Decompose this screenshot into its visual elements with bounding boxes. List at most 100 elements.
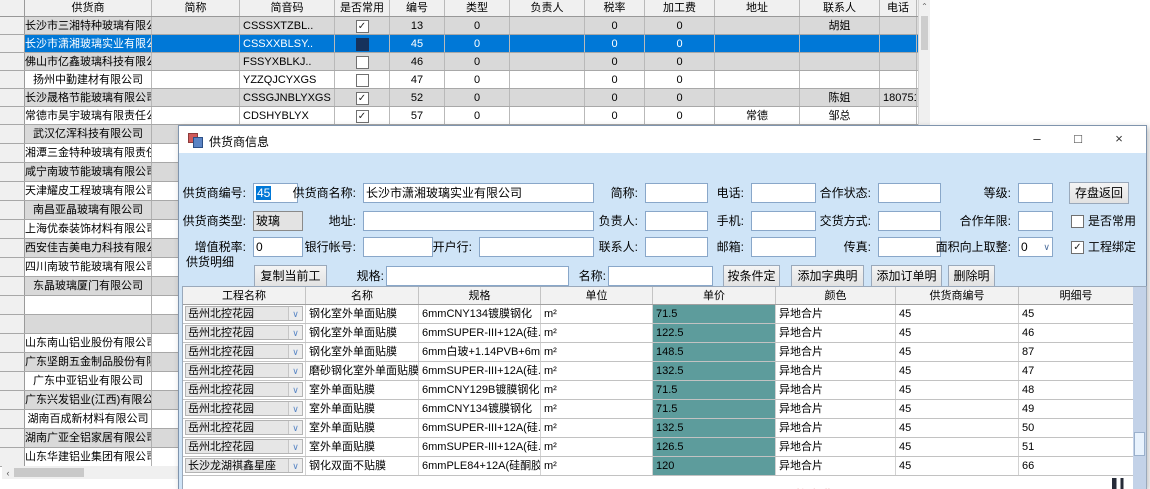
bind-checkbox-box[interactable] xyxy=(1071,241,1084,254)
column-header-abbr[interactable]: 简称 xyxy=(152,0,240,16)
scrollbar-thumb[interactable] xyxy=(14,468,84,477)
spec-filter-input[interactable] xyxy=(386,266,569,286)
detail-column-header[interactable]: 规格 xyxy=(419,287,541,304)
common-checkbox[interactable] xyxy=(356,92,369,105)
project-combobox[interactable]: 岳州北控花园∨ xyxy=(185,420,303,435)
project-combobox[interactable]: 岳州北控花园∨ xyxy=(185,401,303,416)
table-row[interactable]: 长沙晟格节能玻璃有限公司CSSGJNBLYXGS52000陈姐180751 xyxy=(0,89,930,107)
table-row[interactable]: 佛山市亿鑫玻璃科技有限公司FSSYXBLKJ..46000 xyxy=(0,53,930,71)
list-item[interactable]: 西安佳吉美电力科技有限公司 xyxy=(0,239,178,258)
chevron-down-icon[interactable]: ∨ xyxy=(288,307,302,320)
chevron-down-icon[interactable]: ∨ xyxy=(1043,238,1050,256)
detail-row[interactable]: 岳州北控花园∨室外单面贴膜6mmSUPER-III+12A(硅...m²126.… xyxy=(183,438,1134,457)
list-item[interactable] xyxy=(0,315,178,334)
detail-row[interactable]: 岳州北控花园∨室外单面贴膜6mmCNY134镀膜钢化m²71.5异地合片4549 xyxy=(183,400,1134,419)
common-checkbox[interactable] xyxy=(356,74,369,87)
supplier_type-input[interactable]: 玻璃 xyxy=(253,211,303,231)
table-row[interactable]: 常德市昊宇玻璃有限责任公司CDSHYBLYX57000常德邹总 xyxy=(0,107,930,125)
grade-input[interactable] xyxy=(1018,183,1053,203)
chevron-down-icon[interactable]: ∨ xyxy=(288,440,302,453)
fax-input[interactable] xyxy=(878,237,941,257)
column-header-fee[interactable]: 加工费 xyxy=(645,0,715,16)
project-combobox[interactable]: 岳州北控花园∨ xyxy=(185,382,303,397)
common-checkbox[interactable]: 是否常用 xyxy=(1071,211,1136,231)
address-input[interactable] xyxy=(363,211,594,231)
column-header-code[interactable]: 简音码 xyxy=(240,0,335,16)
detail-vscrollbar[interactable] xyxy=(1133,287,1146,489)
list-item[interactable]: 武汉亿浑科技有限公司 xyxy=(0,125,178,144)
supplier_name-input[interactable]: 长沙市潇湘玻璃实业有限公司 xyxy=(363,183,594,203)
round_up-input[interactable]: 0∨ xyxy=(1018,237,1053,257)
delete-detail-button[interactable]: 删除明细 xyxy=(948,265,995,287)
bind-checkbox[interactable]: 工程绑定 xyxy=(1071,237,1136,257)
chevron-down-icon[interactable]: ∨ xyxy=(288,383,302,396)
vat-input[interactable]: 0 xyxy=(253,237,303,257)
list-item[interactable]: 天津耀皮工程玻璃有限公司 xyxy=(0,182,178,201)
detail-column-header[interactable]: 名称 xyxy=(306,287,419,304)
copy-current-project-button[interactable]: 复制当前工程 xyxy=(254,265,327,287)
project-combobox[interactable]: 岳州北控花园∨ xyxy=(185,439,303,454)
column-header-no[interactable]: 编号 xyxy=(390,0,445,16)
detail-column-header[interactable]: 颜色 xyxy=(776,287,896,304)
close-button[interactable]: × xyxy=(1102,126,1136,153)
detail-row[interactable]: 岳州北控花园∨室外单面贴膜6mmSUPER-III+12A(硅...m²132.… xyxy=(183,419,1134,438)
column-header-manager[interactable]: 负责人 xyxy=(510,0,585,16)
table-row[interactable]: 长沙市三湘特种玻璃有限公司CSSSXTZBL..13000胡姐 xyxy=(0,17,930,35)
minimize-button[interactable]: – xyxy=(1020,126,1054,153)
detail-row[interactable]: 岳州北控花园∨钢化室外单面贴膜6mmSUPER-III+12A(硅...m²12… xyxy=(183,324,1134,343)
chevron-down-icon[interactable]: ∨ xyxy=(288,364,302,377)
coop_years-input[interactable] xyxy=(1018,211,1053,231)
supplier-grid-hscrollbar[interactable]: ‹ xyxy=(2,466,178,479)
detail-row[interactable]: 长沙龙湖祺鑫星座∨钢化双面不贴膜6mmPLE84+12A(硅酮胶...m²120… xyxy=(183,457,1134,476)
coop_status-input[interactable] xyxy=(878,183,941,203)
supplier_no-input[interactable]: 45 xyxy=(253,183,298,203)
detail-row[interactable]: 岳州北控花园∨钢化室外单面贴膜6mmCNY134镀膜钢化m²71.5异地合片45… xyxy=(183,305,1134,324)
maximize-button[interactable]: □ xyxy=(1061,126,1095,153)
column-header-addr[interactable]: 地址 xyxy=(715,0,800,16)
locate-by-condition-button[interactable]: 按条件定位 xyxy=(723,265,780,287)
common-checkbox[interactable] xyxy=(356,20,369,33)
table-row[interactable]: 扬州中勤建材有限公司YZZQJCYXGS47000 xyxy=(0,71,930,89)
table-row[interactable]: 长沙市潇湘玻璃实业有限公司CSSXXBLSY..45000 xyxy=(0,35,930,53)
add-dictionary-detail-button[interactable]: 添加字典明细 xyxy=(791,265,864,287)
dialog-titlebar[interactable]: 供货商信息 – □ × xyxy=(179,126,1146,153)
email-input[interactable] xyxy=(751,237,816,257)
detail-column-header[interactable]: 单位 xyxy=(541,287,653,304)
chevron-down-icon[interactable]: ∨ xyxy=(288,345,302,358)
column-header-common[interactable]: 是否常用 xyxy=(335,0,390,16)
project-combobox[interactable]: 长沙龙湖祺鑫星座∨ xyxy=(185,458,303,473)
bank-input[interactable] xyxy=(479,237,594,257)
project-combobox[interactable]: 岳州北控花园∨ xyxy=(185,306,303,321)
scroll-up-icon[interactable]: ⌃ xyxy=(919,0,930,14)
list-item[interactable]: 湖南广亚全铝家居有限公司 xyxy=(0,429,178,448)
bank_account-input[interactable] xyxy=(363,237,433,257)
contact-input[interactable] xyxy=(645,237,708,257)
delivery-input[interactable] xyxy=(878,211,941,231)
mobile-input[interactable] xyxy=(751,211,816,231)
scrollbar-thumb[interactable] xyxy=(1134,432,1145,456)
column-header-tax[interactable]: 税率 xyxy=(585,0,645,16)
add-order-detail-button[interactable]: 添加订单明细 xyxy=(871,265,942,287)
scrollbar-thumb[interactable] xyxy=(921,16,928,50)
list-item[interactable]: 广东兴发铝业(江西)有限公司 xyxy=(0,391,178,410)
chevron-down-icon[interactable]: ∨ xyxy=(288,459,302,472)
list-item[interactable]: 四川南玻节能玻璃有限公司 xyxy=(0,258,178,277)
chevron-down-icon[interactable]: ∨ xyxy=(288,402,302,415)
detail-row[interactable]: 岳州北控花园∨钢化室外单面贴膜6mm白玻+1.14PVB+6mm...m²148… xyxy=(183,343,1134,362)
column-header-contact[interactable]: 联系人 xyxy=(800,0,880,16)
supplier-grid-vscrollbar[interactable]: ⌃ xyxy=(918,0,930,125)
chevron-down-icon[interactable]: ∨ xyxy=(288,326,302,339)
detail-column-header[interactable]: 供货商编号 xyxy=(896,287,1019,304)
detail-column-header[interactable]: 工程名称 xyxy=(183,287,306,304)
detail-row[interactable]: 岳州北控花园∨磨砂钢化室外单面贴膜6mmSUPER-III+12A(硅...m²… xyxy=(183,362,1134,381)
list-item[interactable]: 上海优泰装饰材料有限公司 xyxy=(0,220,178,239)
scroll-left-icon[interactable]: ‹ xyxy=(2,468,14,478)
project-combobox[interactable]: 岳州北控花园∨ xyxy=(185,363,303,378)
list-item[interactable]: 山东华建铝业集团有限公司 xyxy=(0,448,178,467)
phone-input[interactable] xyxy=(751,183,816,203)
column-header-supplier[interactable]: 供货商 xyxy=(25,0,152,16)
common-checkbox-box[interactable] xyxy=(1071,215,1084,228)
detail-row[interactable]: 岳州北控花园∨室外单面贴膜6mmCNY129B镀膜钢化m²71.5异地合片454… xyxy=(183,381,1134,400)
column-header-phone[interactable]: 电话 xyxy=(880,0,917,16)
project-combobox[interactable]: 岳州北控花园∨ xyxy=(185,344,303,359)
